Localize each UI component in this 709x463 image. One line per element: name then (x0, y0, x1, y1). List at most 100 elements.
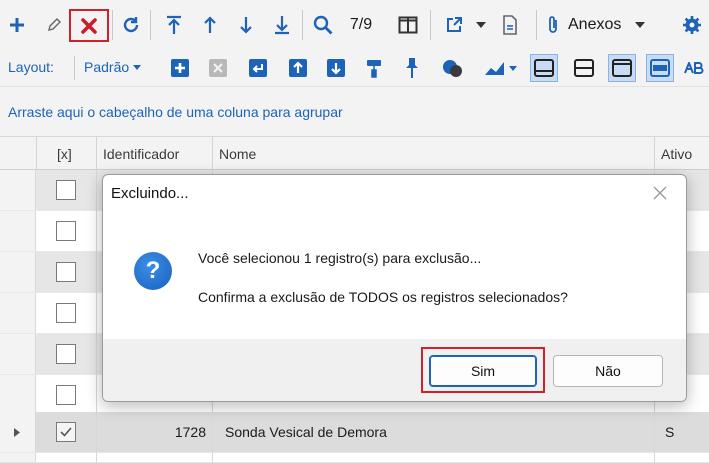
paperclip-icon (549, 16, 557, 33)
toolbar-separator (430, 10, 431, 40)
upload-box-icon (289, 59, 307, 77)
confirm-delete-dialog: Excluindo... ? Você selecionou 1 registr… (102, 174, 687, 402)
text-format-icon (684, 62, 704, 74)
last-record-button[interactable] (270, 10, 294, 40)
toolbar-separator (302, 10, 303, 40)
layout-split-panel-toggle[interactable] (570, 54, 598, 82)
pin-icon (406, 58, 418, 78)
no-button[interactable]: Não (553, 355, 663, 387)
pin-button[interactable] (398, 54, 426, 82)
arrow-to-top-icon (167, 15, 181, 34)
chevron-down-icon (635, 22, 646, 28)
previous-record-button[interactable] (198, 10, 222, 40)
dialog-title: Excluindo... (111, 185, 189, 202)
edit-button[interactable] (42, 10, 66, 40)
column-header-select[interactable]: [x] (36, 137, 96, 171)
layout-label: Layout: (8, 59, 54, 75)
refresh-icon (123, 17, 139, 33)
undo-box-icon (249, 59, 267, 77)
delete-layout-button[interactable] (204, 54, 232, 82)
arrow-up-icon (204, 16, 216, 33)
row-checkbox-checked[interactable] (56, 422, 76, 442)
toolbar-separator (150, 10, 151, 40)
columns-icon (398, 16, 418, 34)
first-record-button[interactable] (162, 10, 186, 40)
delete-box-icon (209, 59, 227, 77)
chevron-down-icon (508, 65, 517, 71)
dialog-message-line2: Confirma a exclusão de TODOS os registro… (198, 289, 568, 305)
restore-layout-button[interactable] (244, 54, 272, 82)
add-button[interactable] (4, 10, 30, 40)
pencil-icon (48, 18, 61, 31)
row-indicator (0, 375, 36, 415)
row-checkbox[interactable] (56, 344, 76, 364)
row-indicator (0, 252, 36, 292)
layout-center-panel-toggle[interactable] (646, 54, 674, 82)
gear-icon (683, 16, 701, 34)
column-header-ativo[interactable]: Ativo (654, 137, 709, 171)
layout-bottom-panel-toggle[interactable] (530, 54, 558, 82)
dialog-message-line1: Você selecionou 1 registro(s) para exclu… (198, 250, 482, 266)
attachments-label: Anexos (568, 16, 622, 33)
row-indicator (0, 412, 36, 452)
chart-shapes-button[interactable] (438, 54, 466, 82)
add-layout-button[interactable] (166, 54, 194, 82)
row-checkbox[interactable] (56, 385, 76, 405)
attachments-button[interactable]: Anexos (546, 10, 666, 40)
toolbar-separator (536, 10, 537, 40)
layout-preset-dropdown[interactable]: Padrão (84, 59, 142, 75)
external-link-icon (447, 17, 462, 32)
delete-x-icon (81, 17, 97, 34)
group-by-panel[interactable]: Arraste aqui o cabeçalho de uma coluna p… (0, 86, 709, 136)
export-button[interactable] (444, 10, 464, 40)
question-icon: ? (134, 252, 172, 290)
column-divider (96, 170, 97, 463)
page-counter: 7/9 (349, 16, 373, 33)
delete-button[interactable] (69, 9, 109, 42)
column-header-nome[interactable]: Nome (212, 137, 654, 171)
export-dropdown[interactable] (474, 10, 488, 40)
panel-bottom-icon (534, 59, 554, 77)
toolbar-separator (74, 56, 75, 80)
current-row-arrow-icon (14, 428, 20, 437)
row-checkbox[interactable] (56, 180, 76, 200)
download-layout-button[interactable] (322, 54, 350, 82)
layout-toolbar: Layout: Padrão (0, 50, 709, 86)
search-icon (313, 15, 333, 35)
table-row (0, 453, 709, 463)
paint-roller-icon (367, 60, 381, 78)
cell-ativo: S (665, 424, 675, 440)
report-button[interactable] (500, 10, 520, 40)
checkmark-icon (60, 427, 72, 437)
chart-type-dropdown[interactable] (482, 54, 518, 82)
area-chart-icon (484, 62, 504, 75)
row-indicator (0, 453, 36, 462)
table-row-selected[interactable]: 1728 Sonda Vesical de Demora S (0, 412, 709, 453)
layout-top-panel-toggle[interactable] (608, 54, 636, 82)
search-button[interactable] (310, 10, 336, 40)
dialog-close-button[interactable] (648, 181, 672, 205)
column-header-identificador[interactable]: Identificador (96, 137, 212, 171)
cell-nome: Sonda Vesical de Demora (225, 424, 387, 440)
arrow-to-bottom-icon (275, 16, 289, 35)
plus-icon (10, 18, 24, 32)
cell-identificador: 1728 (174, 424, 206, 440)
chevron-down-icon (133, 64, 142, 70)
row-indicator (0, 293, 36, 333)
upload-layout-button[interactable] (284, 54, 312, 82)
toolbar-separator (112, 10, 113, 40)
text-format-button[interactable] (684, 54, 708, 82)
main-toolbar: 7/9 Anexos (0, 0, 709, 50)
next-record-button[interactable] (234, 10, 258, 40)
settings-button[interactable] (680, 10, 704, 40)
chevron-down-icon (476, 22, 486, 28)
row-indicator (0, 170, 36, 210)
row-checkbox[interactable] (56, 262, 76, 282)
row-checkbox[interactable] (56, 221, 76, 241)
refresh-button[interactable] (118, 10, 144, 40)
yes-button[interactable]: Sim (429, 355, 537, 387)
paint-format-button[interactable] (360, 54, 388, 82)
row-checkbox[interactable] (56, 303, 76, 323)
columns-button[interactable] (395, 10, 421, 40)
group-by-hint: Arraste aqui o cabeçalho de uma coluna p… (8, 104, 343, 120)
